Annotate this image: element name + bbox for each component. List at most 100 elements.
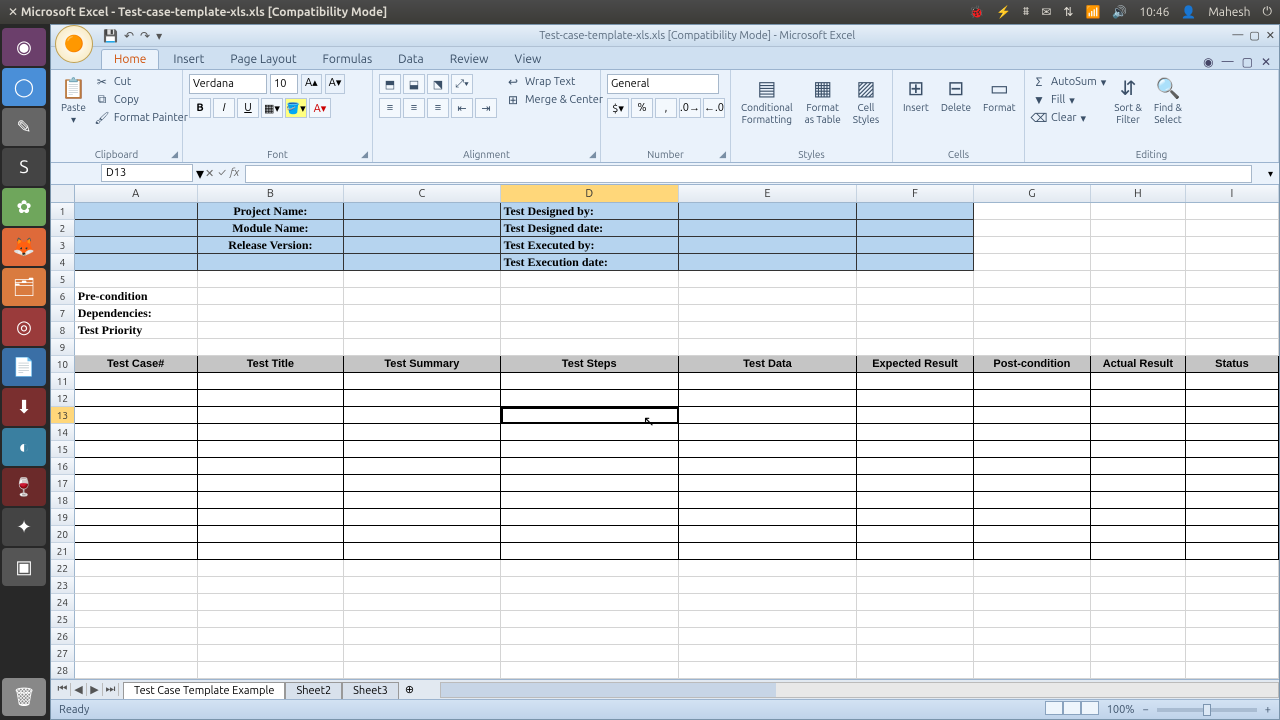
dialog-launcher-icon[interactable]: ◢ <box>589 149 596 160</box>
download-icon[interactable]: ⬇ <box>2 388 46 426</box>
cell[interactable] <box>344 237 500 254</box>
cell[interactable] <box>501 288 679 305</box>
cell[interactable] <box>857 475 974 492</box>
col-header[interactable]: C <box>344 185 500 202</box>
row-header[interactable]: 12 <box>51 390 75 407</box>
cell[interactable] <box>857 492 974 509</box>
cell[interactable] <box>75 407 198 424</box>
cell[interactable] <box>679 492 857 509</box>
cell[interactable]: Test Case# <box>75 356 198 373</box>
cell[interactable] <box>974 543 1091 560</box>
format-as-table-button[interactable]: ▦Format as Table <box>801 74 845 128</box>
cell[interactable] <box>974 407 1091 424</box>
cell[interactable] <box>198 407 345 424</box>
cell[interactable] <box>974 424 1091 441</box>
name-box[interactable] <box>101 164 193 182</box>
cell[interactable] <box>857 577 974 594</box>
dash-icon[interactable]: ◉ <box>2 28 46 66</box>
cell[interactable] <box>1186 628 1279 645</box>
cell[interactable] <box>75 560 198 577</box>
cell[interactable] <box>974 322 1091 339</box>
cell[interactable] <box>679 594 857 611</box>
cell-styles-button[interactable]: ▨Cell Styles <box>849 74 883 128</box>
align-top-icon[interactable]: ⬒ <box>379 74 401 94</box>
tab-review[interactable]: Review <box>438 50 501 69</box>
align-center-icon[interactable]: ≡ <box>403 98 425 118</box>
cell[interactable] <box>501 611 679 628</box>
clock[interactable]: 10:46 <box>1139 6 1169 19</box>
cell[interactable] <box>344 339 500 356</box>
cell[interactable] <box>344 220 500 237</box>
cell[interactable] <box>1186 509 1279 526</box>
cell[interactable] <box>344 390 500 407</box>
cell[interactable] <box>679 390 857 407</box>
session-icon[interactable]: ⏻ <box>1263 5 1273 19</box>
firefox-icon[interactable]: 🦊 <box>2 228 46 266</box>
cell[interactable] <box>501 645 679 662</box>
cell[interactable] <box>198 645 345 662</box>
dropbox-icon[interactable]: ⩩ <box>1023 5 1029 19</box>
power-icon[interactable]: ⚡ <box>996 5 1011 19</box>
cell[interactable] <box>75 373 198 390</box>
fx-icon[interactable]: fx <box>230 167 239 180</box>
cell[interactable] <box>857 509 974 526</box>
cell[interactable] <box>501 458 679 475</box>
cell[interactable] <box>974 662 1091 679</box>
cell[interactable] <box>679 458 857 475</box>
row-header[interactable]: 3 <box>51 237 75 254</box>
cell[interactable] <box>679 424 857 441</box>
cell[interactable] <box>75 339 198 356</box>
cell[interactable] <box>857 339 974 356</box>
cell[interactable] <box>75 441 198 458</box>
cell[interactable] <box>857 254 974 271</box>
col-header[interactable]: I <box>1186 185 1279 202</box>
files-icon[interactable]: 🗂 <box>2 268 46 306</box>
col-header[interactable]: A <box>75 185 198 202</box>
cell[interactable] <box>1186 662 1279 679</box>
save-icon[interactable]: 💾 <box>103 29 118 43</box>
cell[interactable] <box>679 322 857 339</box>
sheet-tab[interactable]: Sheet2 <box>285 682 342 699</box>
gedit-icon[interactable]: ✎ <box>2 108 46 146</box>
cell[interactable] <box>344 373 500 390</box>
chrome-icon[interactable]: ◯ <box>2 68 46 106</box>
cell[interactable]: Test Executed by: <box>501 237 679 254</box>
cell[interactable] <box>1091 373 1186 390</box>
cell[interactable] <box>344 543 500 560</box>
cell[interactable] <box>857 560 974 577</box>
cell[interactable] <box>1091 305 1186 322</box>
horizontal-scrollbar[interactable] <box>440 682 1279 698</box>
shrink-font-icon[interactable]: A▾ <box>325 74 346 94</box>
col-header[interactable]: E <box>679 185 857 202</box>
cell[interactable] <box>679 662 857 679</box>
cell[interactable] <box>1091 509 1186 526</box>
cell[interactable] <box>679 203 857 220</box>
cell[interactable] <box>1091 322 1186 339</box>
wrap-text-button[interactable]: ↩Wrap Text <box>505 74 613 90</box>
cell[interactable] <box>501 628 679 645</box>
cell[interactable] <box>198 594 345 611</box>
wifi-icon[interactable]: 📶 <box>1085 5 1100 19</box>
cell[interactable] <box>75 577 198 594</box>
cell[interactable]: Test Designed by: <box>501 203 679 220</box>
tab-data[interactable]: Data <box>386 50 436 69</box>
cell[interactable] <box>1186 220 1279 237</box>
cell[interactable] <box>1186 458 1279 475</box>
cell[interactable] <box>857 271 974 288</box>
cell[interactable] <box>679 441 857 458</box>
restore-workbook-icon[interactable]: ▢ <box>1242 55 1253 69</box>
cell[interactable] <box>1186 492 1279 509</box>
maximize-button[interactable]: ▢ <box>1249 29 1259 42</box>
cell[interactable] <box>679 220 857 237</box>
delete-cells-button[interactable]: ⊟Delete <box>937 74 975 116</box>
cell[interactable] <box>974 526 1091 543</box>
number-format-select[interactable] <box>607 74 719 94</box>
increase-decimal-icon[interactable]: .0→ <box>679 98 701 118</box>
cell[interactable]: Test Title <box>198 356 345 373</box>
cell[interactable] <box>344 475 500 492</box>
cell[interactable] <box>501 339 679 356</box>
cell[interactable] <box>501 475 679 492</box>
help-icon[interactable]: ◉ <box>1203 55 1213 69</box>
bold-button[interactable]: B <box>189 98 211 118</box>
cell[interactable] <box>1091 611 1186 628</box>
